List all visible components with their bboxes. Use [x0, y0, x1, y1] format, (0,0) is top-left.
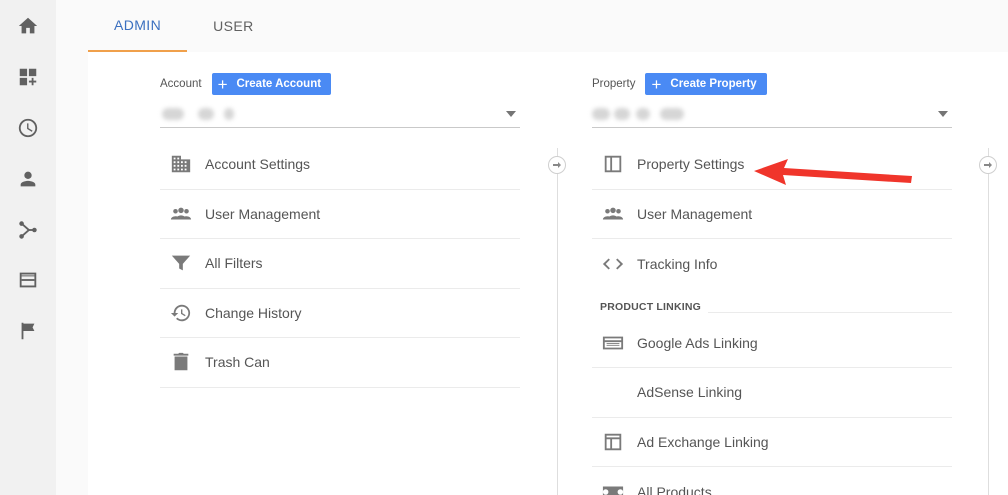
layout-icon — [600, 152, 626, 176]
redacted-property-name — [660, 108, 684, 120]
layout-icon — [600, 430, 626, 454]
property-header: Property + Create Property — [592, 73, 767, 95]
property-user-management-item[interactable]: User Management — [592, 190, 952, 239]
annotation-arrow-icon — [754, 159, 912, 185]
adsense-icon — [600, 380, 626, 404]
code-icon — [600, 252, 626, 276]
google-ads-linking-item[interactable]: Google Ads Linking — [592, 319, 952, 368]
item-label: Change History — [205, 304, 302, 321]
property-label: Property — [592, 78, 636, 90]
account-selector[interactable] — [160, 102, 520, 128]
trash-can-item[interactable]: Trash Can — [160, 338, 520, 388]
tracking-info-item[interactable]: Tracking Info — [592, 239, 952, 289]
item-label: AdSense Linking — [637, 384, 743, 401]
create-account-button[interactable]: + Create Account — [211, 73, 332, 95]
products-icon — [600, 480, 626, 495]
item-label: Ad Exchange Linking — [637, 433, 769, 450]
all-filters-item[interactable]: All Filters — [160, 239, 520, 289]
redacted-property-name — [636, 108, 650, 120]
plus-icon: + — [651, 74, 662, 94]
arrow-right-icon[interactable] — [979, 156, 997, 174]
arrow-right-icon[interactable] — [548, 156, 566, 174]
create-account-label: Create Account — [236, 78, 322, 90]
plus-icon: + — [217, 74, 228, 94]
column-divider — [988, 148, 989, 495]
building-icon — [168, 152, 194, 176]
realtime-icon[interactable] — [16, 116, 40, 140]
item-label: Property Settings — [637, 156, 745, 173]
create-property-button[interactable]: + Create Property — [645, 73, 767, 95]
ad-exchange-linking-item[interactable]: Ad Exchange Linking — [592, 418, 952, 467]
ads-icon — [600, 331, 626, 355]
create-property-label: Create Property — [670, 78, 757, 90]
account-label: Account — [160, 78, 202, 90]
item-label: Google Ads Linking — [637, 334, 758, 351]
top-tabs: ADMIN USER — [88, 0, 280, 52]
item-label: Tracking Info — [637, 255, 718, 272]
left-nav-rail — [0, 0, 56, 495]
account-user-management-item[interactable]: User Management — [160, 190, 520, 239]
trash-icon — [168, 350, 194, 374]
section-divider — [708, 312, 952, 313]
product-linking-heading: PRODUCT LINKING — [600, 300, 701, 313]
tab-user[interactable]: USER — [187, 0, 280, 52]
item-label: Trash Can — [205, 354, 270, 371]
redacted-property-name — [614, 108, 630, 120]
conversions-icon[interactable] — [16, 319, 40, 343]
property-selector[interactable] — [592, 102, 952, 128]
tab-admin[interactable]: ADMIN — [88, 0, 188, 52]
item-label: All Products — [637, 483, 712, 495]
item-label: Account Settings — [205, 156, 311, 173]
chevron-down-icon — [938, 111, 948, 117]
admin-panel: Account + Create Account Account Setting… — [88, 52, 1008, 495]
people-icon — [600, 202, 626, 226]
history-icon — [168, 301, 194, 325]
item-label: All Filters — [205, 255, 263, 272]
chevron-down-icon — [506, 111, 516, 117]
item-label: User Management — [205, 205, 321, 222]
adsense-linking-item[interactable]: AdSense Linking — [592, 368, 952, 418]
redacted-account-name — [162, 108, 184, 120]
account-settings-item[interactable]: Account Settings — [160, 140, 520, 190]
redacted-account-name — [198, 108, 214, 120]
dashboards-icon[interactable] — [16, 65, 40, 89]
behavior-icon[interactable] — [16, 268, 40, 292]
account-header: Account + Create Account — [160, 73, 332, 95]
people-icon — [168, 202, 194, 226]
item-label: User Management — [637, 205, 753, 222]
account-menu: Account Settings User Management All Fil… — [160, 140, 520, 388]
redacted-account-name — [224, 108, 234, 120]
all-products-item[interactable]: All Products — [592, 467, 952, 495]
change-history-item[interactable]: Change History — [160, 289, 520, 338]
acquisition-icon[interactable] — [16, 218, 40, 242]
home-icon[interactable] — [16, 14, 40, 38]
filter-icon — [168, 251, 194, 275]
column-divider — [557, 148, 558, 495]
audience-icon[interactable] — [16, 167, 40, 191]
property-menu: Property Settings User Management Tracki… — [592, 140, 952, 495]
redacted-property-name — [592, 108, 610, 120]
